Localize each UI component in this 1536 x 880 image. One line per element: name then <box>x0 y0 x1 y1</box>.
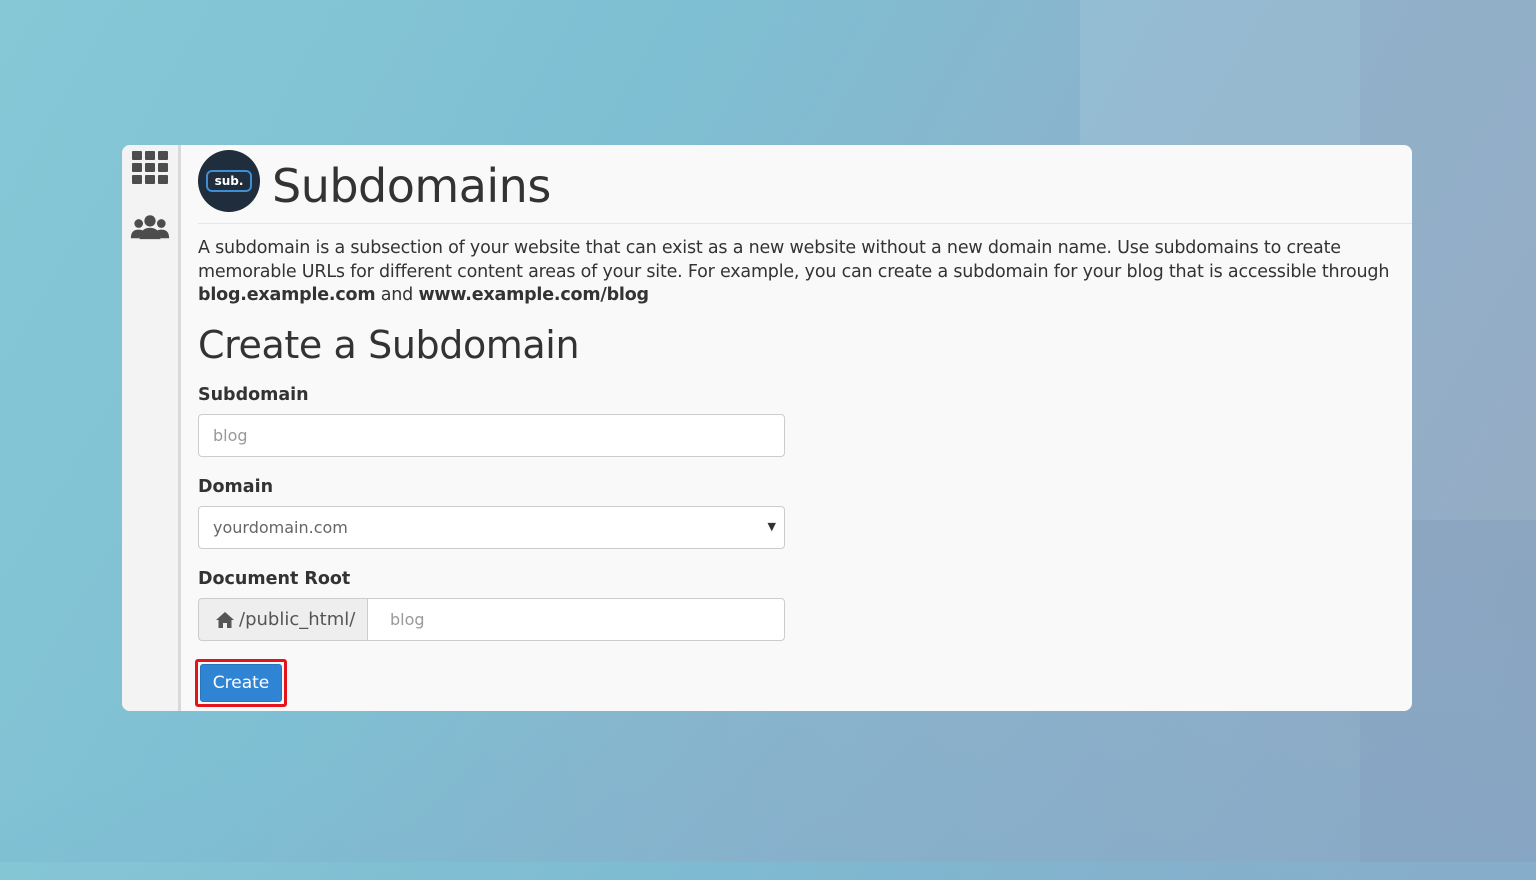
sidebar-item-users[interactable] <box>130 207 170 247</box>
create-button-highlight: Create <box>195 659 287 707</box>
grid-icon <box>132 150 168 184</box>
document-root-prefix-text: /public_html/ <box>239 609 356 630</box>
page-header: sub. Subdomains <box>198 145 1412 224</box>
caret-down-icon: ▼ <box>767 520 776 533</box>
section-title: Create a Subdomain <box>198 323 580 367</box>
sidebar-item-tools[interactable] <box>130 147 170 187</box>
page-description: A subdomain is a subsection of your webs… <box>198 237 1410 308</box>
home-icon <box>216 611 234 628</box>
description-conjunction: and <box>375 285 419 305</box>
document-root-input[interactable] <box>367 598 785 641</box>
subdomain-label: Subdomain <box>198 385 309 405</box>
example-subdomain: blog.example.com <box>198 285 376 305</box>
sidebar <box>122 145 181 711</box>
domain-select[interactable]: yourdomain.com ▼ <box>198 506 785 549</box>
document-root-label: Document Root <box>198 569 351 589</box>
main-content: sub. Subdomains A subdomain is a subsect… <box>195 145 1412 707</box>
create-button[interactable]: Create <box>200 664 282 702</box>
domain-label: Domain <box>198 477 274 497</box>
users-icon <box>130 215 170 240</box>
subdomains-logo: sub. <box>198 150 260 212</box>
document-root-prefix: /public_html/ <box>198 598 367 641</box>
cpanel-window: sub. Subdomains A subdomain is a subsect… <box>122 145 1412 711</box>
domain-selected-value: yourdomain.com <box>213 518 348 537</box>
subdomain-input[interactable] <box>198 414 785 457</box>
description-text: A subdomain is a subsection of your webs… <box>198 238 1390 282</box>
document-root-group: /public_html/ <box>198 598 785 641</box>
page-title: Subdomains <box>272 159 551 213</box>
example-path: www.example.com/blog <box>418 285 649 305</box>
logo-label: sub. <box>206 170 252 192</box>
